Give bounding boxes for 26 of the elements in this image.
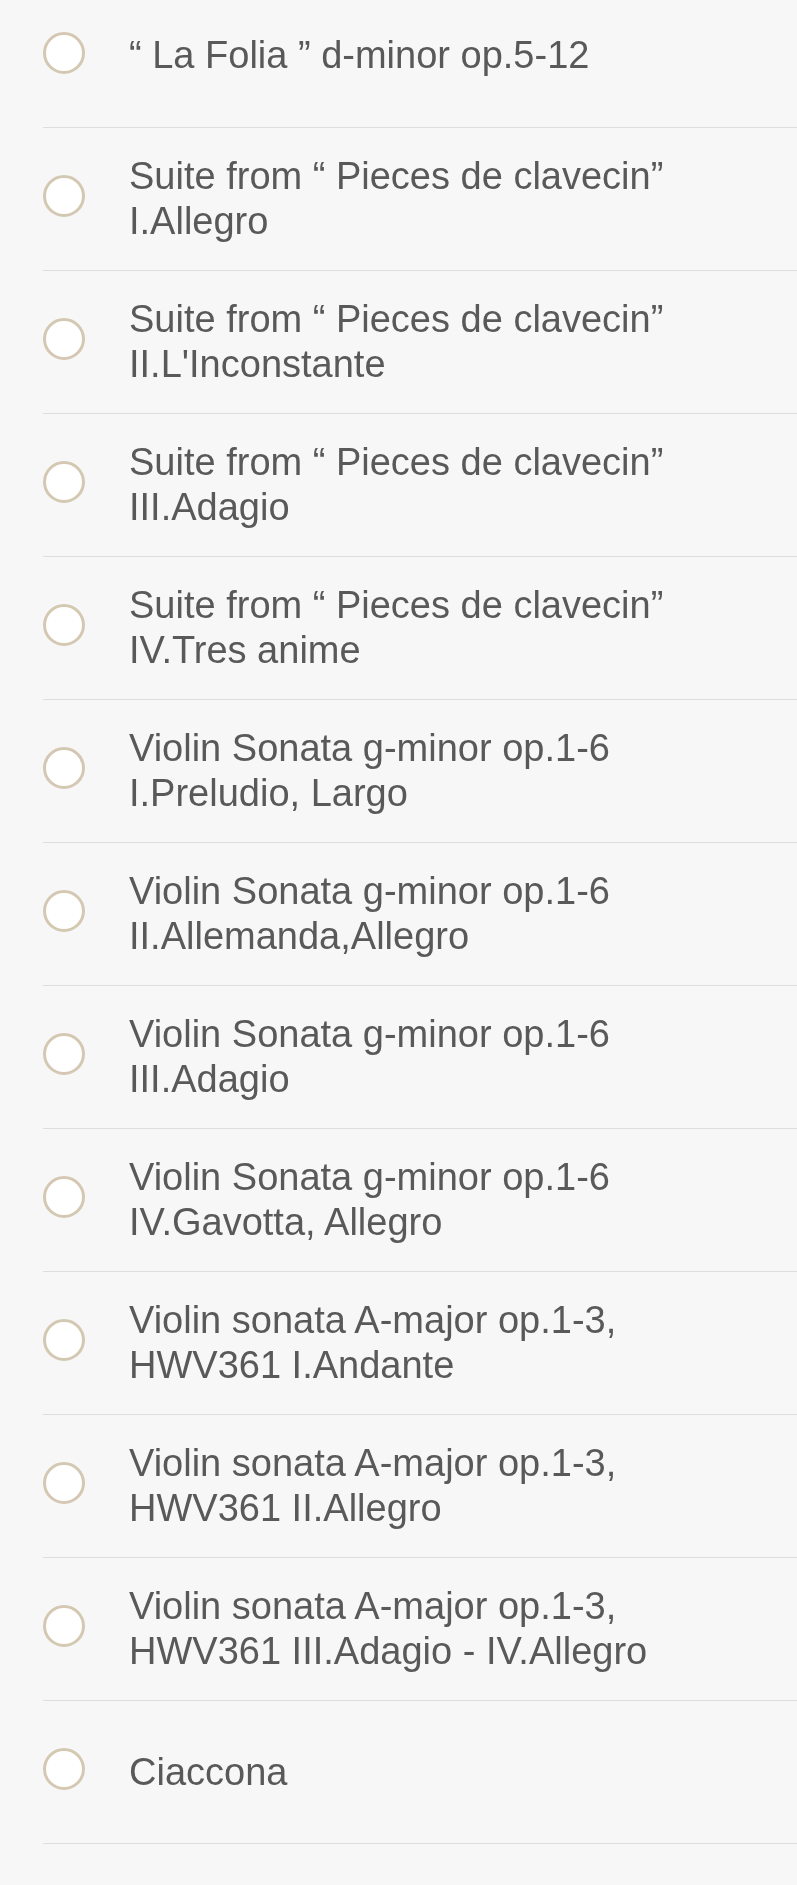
radio-button[interactable] — [43, 31, 85, 74]
track-title: Suite from “ Pieces de clavecin” I.Allegro — [129, 154, 664, 244]
radio-button[interactable] — [43, 747, 85, 789]
track-title: “ La Folia ” d-minor op.5-12 — [129, 33, 590, 78]
radio-button[interactable] — [43, 604, 85, 646]
track-title: Violin Sonata g-minor op.1-6 III.Adagio — [129, 1012, 610, 1102]
track-title: Violin sonata A-major op.1-3, HWV361 II.Allegro — [129, 1441, 617, 1531]
track-title: Violin sonata A-major op.1-3, HWV361 I.Andante — [129, 1298, 617, 1388]
track-title: Violin Sonata g-minor op.1-6 I.Preludio, Largo — [129, 726, 610, 816]
radio-button[interactable] — [43, 1033, 85, 1075]
track-title: Ciaccona — [129, 1749, 288, 1795]
radio-button[interactable] — [43, 1605, 85, 1647]
radio-button[interactable] — [43, 318, 85, 360]
track-title: Violin sonata A-major op.1-3, HWV361 III.Adagio - IV.Allegro — [129, 1584, 648, 1674]
radio-button[interactable] — [43, 461, 85, 503]
radio-button[interactable] — [43, 1462, 85, 1504]
radio-button[interactable] — [43, 1319, 85, 1361]
track-title: Suite from “ Pieces de clavecin” III.Adagio — [129, 440, 664, 530]
track-title: Suite from “ Pieces de clavecin” IV.Tres anime — [129, 583, 664, 673]
radio-button[interactable] — [43, 175, 85, 217]
track-title: Suite from “ Pieces de clavecin” II.L'Inconstante — [129, 297, 664, 387]
radio-button[interactable] — [43, 1176, 85, 1218]
track-title: Violin Sonata g-minor op.1-6 II.Allemanda,Allegro — [129, 869, 610, 959]
track-title: Violin Sonata g-minor op.1-6 IV.Gavotta, Allegro — [129, 1155, 610, 1245]
radio-button[interactable] — [43, 1748, 85, 1790]
radio-button[interactable] — [43, 890, 85, 932]
